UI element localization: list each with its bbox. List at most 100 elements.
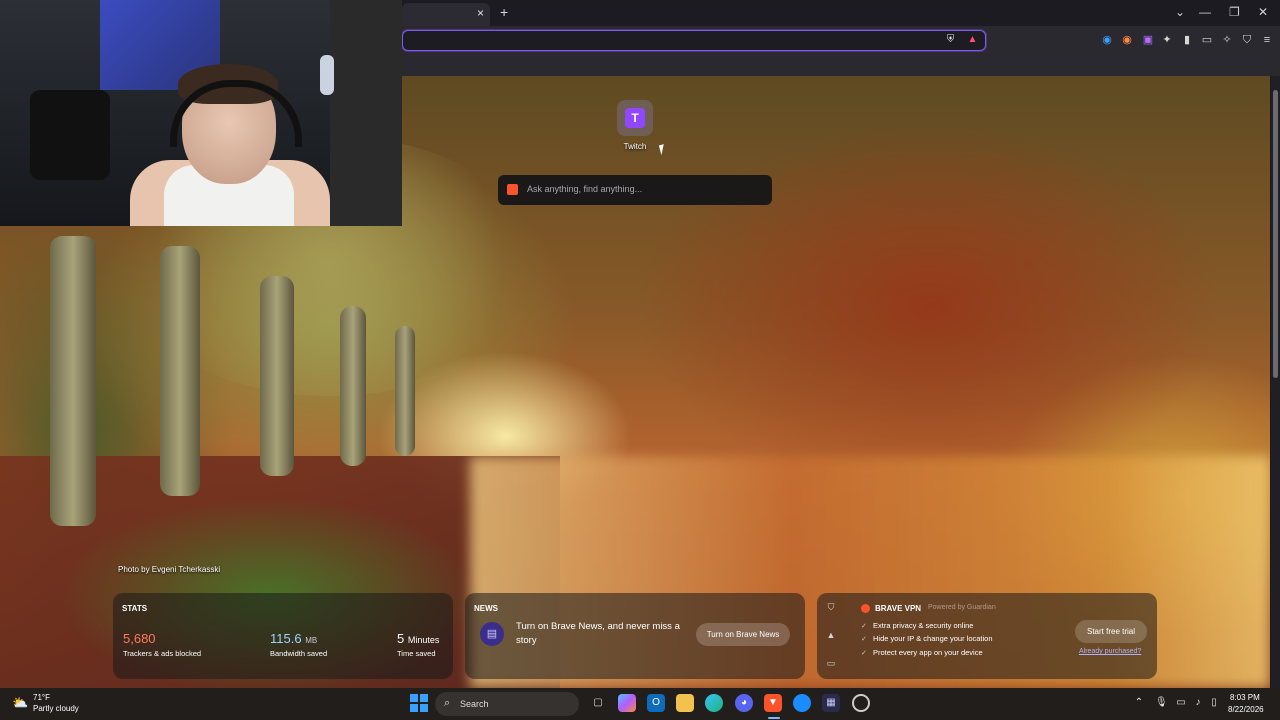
photo-credit[interactable]: Photo by Evgeni Tcherkasski xyxy=(118,565,220,574)
task-view-icon[interactable]: ▢ xyxy=(589,694,607,712)
bandwidth-saved-unit: MB xyxy=(305,636,318,645)
tree-trunk xyxy=(260,276,294,476)
dark-door xyxy=(330,0,402,226)
vpn-feature-text: Protect every app on your device xyxy=(873,648,983,657)
vpn-feature: ✓ Protect every app on your device xyxy=(861,648,983,657)
file-explorer-icon[interactable] xyxy=(676,694,694,712)
microphone-icon[interactable]: 🎙 xyxy=(1155,697,1168,709)
vpn-feature: ✓ Hide your IP & change your location xyxy=(861,634,993,643)
vpn-feature-text: Hide your IP & change your location xyxy=(873,634,993,643)
rewards-widget-icon[interactable]: ▲ xyxy=(826,630,836,640)
start-logo-tile xyxy=(420,704,428,712)
address-bar[interactable] xyxy=(402,30,986,51)
partly-cloudy-icon[interactable]: ⛅ xyxy=(12,695,30,711)
clock-time[interactable]: 8:03 PM xyxy=(1230,693,1260,702)
vpn-shield-icon[interactable]: ⛉ xyxy=(1240,33,1254,47)
weather-condition[interactable]: Partly cloudy xyxy=(33,704,79,713)
edge-icon[interactable] xyxy=(705,694,723,712)
clock-date[interactable]: 8/22/2026 xyxy=(1228,705,1264,714)
time-saved-stat: 5 Minutes xyxy=(397,631,439,646)
gaming-chair xyxy=(30,90,110,180)
start-logo-tile xyxy=(410,704,418,712)
bandwidth-saved-stat: 115.6 MB xyxy=(270,631,317,646)
bandwidth-saved-label: Bandwidth saved xyxy=(270,649,328,658)
menu-hamburger-icon[interactable]: ≡ xyxy=(1260,33,1274,47)
steam-icon[interactable] xyxy=(852,694,870,712)
news-icon: ▤ xyxy=(480,622,504,646)
sidebar-toggle-icon[interactable]: ▮ xyxy=(1180,33,1194,47)
tab-new-tab[interactable]: × xyxy=(402,3,490,26)
news-card: NEWS ▤ Turn on Brave News, and never mis… xyxy=(465,593,805,679)
talk-widget-icon[interactable]: ▭ xyxy=(826,658,836,668)
time-saved-value: 5 xyxy=(397,631,405,646)
close-tab-icon[interactable]: × xyxy=(477,6,484,20)
twitch-icon: T xyxy=(625,108,645,128)
already-purchased-link[interactable]: Already purchased? xyxy=(1079,648,1141,655)
check-icon: ✓ xyxy=(861,623,867,630)
windows-start-button[interactable] xyxy=(410,694,428,712)
search-icon: ⌕ xyxy=(444,697,451,709)
new-tab-button[interactable]: + xyxy=(500,4,508,20)
scrollbar-thumb[interactable] xyxy=(1273,90,1278,378)
time-saved-label: Time saved xyxy=(397,649,436,658)
webcam-overlay xyxy=(0,0,402,226)
trackers-blocked-value: 5,680 xyxy=(123,631,156,646)
widget-switcher: ⛉ ▲ ▭ xyxy=(817,593,845,679)
stats-title: STATS xyxy=(122,604,148,613)
windows-taskbar: ⛅ 71°F Partly cloudy ⌕ Search ▢ O ◕ ▼ ▦ … xyxy=(0,688,1280,720)
tab-search-chevron-icon[interactable]: ⌄ xyxy=(1175,5,1185,19)
vpn-feature: ✓ Extra privacy & security online xyxy=(861,621,973,630)
extension-edge-icon[interactable]: ◉ xyxy=(1100,33,1114,47)
extension-twitch-icon[interactable]: ▣ xyxy=(1141,33,1155,47)
tree-trunk xyxy=(50,236,96,526)
browser-app-icon[interactable] xyxy=(793,694,811,712)
news-title: NEWS xyxy=(474,604,498,613)
weather-temperature[interactable]: 71°F xyxy=(33,693,50,702)
vpn-card: ⛉ ▲ ▭ BRAVE VPN Powered by Guardian ✓ Ext… xyxy=(817,593,1157,679)
chevron-up-icon[interactable]: ⌃ xyxy=(1133,697,1145,709)
search-placeholder: Ask anything, find anything... xyxy=(527,184,643,194)
ring-light xyxy=(320,55,334,95)
brave-rewards-icon[interactable]: ▲ xyxy=(966,33,979,46)
volume-icon[interactable]: ♪ xyxy=(1192,697,1204,709)
vpn-powered-by: Powered by Guardian xyxy=(928,604,996,611)
battery-icon[interactable]: ▯ xyxy=(1208,697,1220,709)
taskbar-search-label: Search xyxy=(460,699,489,709)
bandwidth-saved-value: 115.6 xyxy=(270,631,302,646)
wallet-icon[interactable]: ▭ xyxy=(1200,33,1214,47)
extension-orange-icon[interactable]: ◉ xyxy=(1120,33,1134,47)
tree-trunk xyxy=(160,246,200,496)
tree-trunk xyxy=(395,326,415,456)
stats-card: STATS 5,680 Trackers & ads blocked 115.6… xyxy=(113,593,453,679)
brave-shields-icon[interactable]: ⛨ xyxy=(944,33,957,46)
top-site-twitch[interactable]: T xyxy=(617,100,653,136)
close-window-button[interactable]: ✕ xyxy=(1258,5,1268,19)
page-scrollbar[interactable] xyxy=(1271,76,1280,688)
brave-vpn-logo xyxy=(861,604,870,613)
check-icon: ✓ xyxy=(861,636,867,643)
minimize-button[interactable]: — xyxy=(1199,5,1211,19)
extensions-puzzle-icon[interactable]: ✦ xyxy=(1160,33,1174,47)
restore-button[interactable]: ❐ xyxy=(1229,5,1240,19)
ntp-search-box[interactable]: Ask anything, find anything... xyxy=(498,175,772,205)
top-site-label[interactable]: Twitch xyxy=(612,142,658,151)
terminal-app-icon[interactable]: ▦ xyxy=(822,694,840,712)
outlook-icon[interactable]: O xyxy=(647,694,665,712)
time-saved-unit: Minutes xyxy=(407,635,440,645)
active-app-indicator xyxy=(768,717,780,719)
vpn-widget-icon[interactable]: ⛉ xyxy=(826,602,836,612)
copilot-icon[interactable] xyxy=(618,694,636,712)
network-icon[interactable]: ▭ xyxy=(1175,697,1187,709)
leo-ai-icon[interactable]: ✧ xyxy=(1220,33,1234,47)
vpn-feature-text: Extra privacy & security online xyxy=(873,621,974,630)
start-logo-tile xyxy=(410,694,418,702)
turn-on-brave-news-button[interactable]: Turn on Brave News xyxy=(696,623,790,646)
brave-browser-icon[interactable]: ▼ xyxy=(764,694,782,712)
start-free-trial-button[interactable]: Start free trial xyxy=(1075,620,1147,643)
taskbar-search[interactable]: ⌕ Search xyxy=(435,692,579,716)
discord-icon[interactable]: ◕ xyxy=(735,694,753,712)
vpn-title: BRAVE VPN xyxy=(875,604,922,613)
brave-lion-icon xyxy=(507,184,518,195)
trackers-blocked-label: Trackers & ads blocked xyxy=(123,649,202,658)
tree-trunk xyxy=(340,306,366,466)
